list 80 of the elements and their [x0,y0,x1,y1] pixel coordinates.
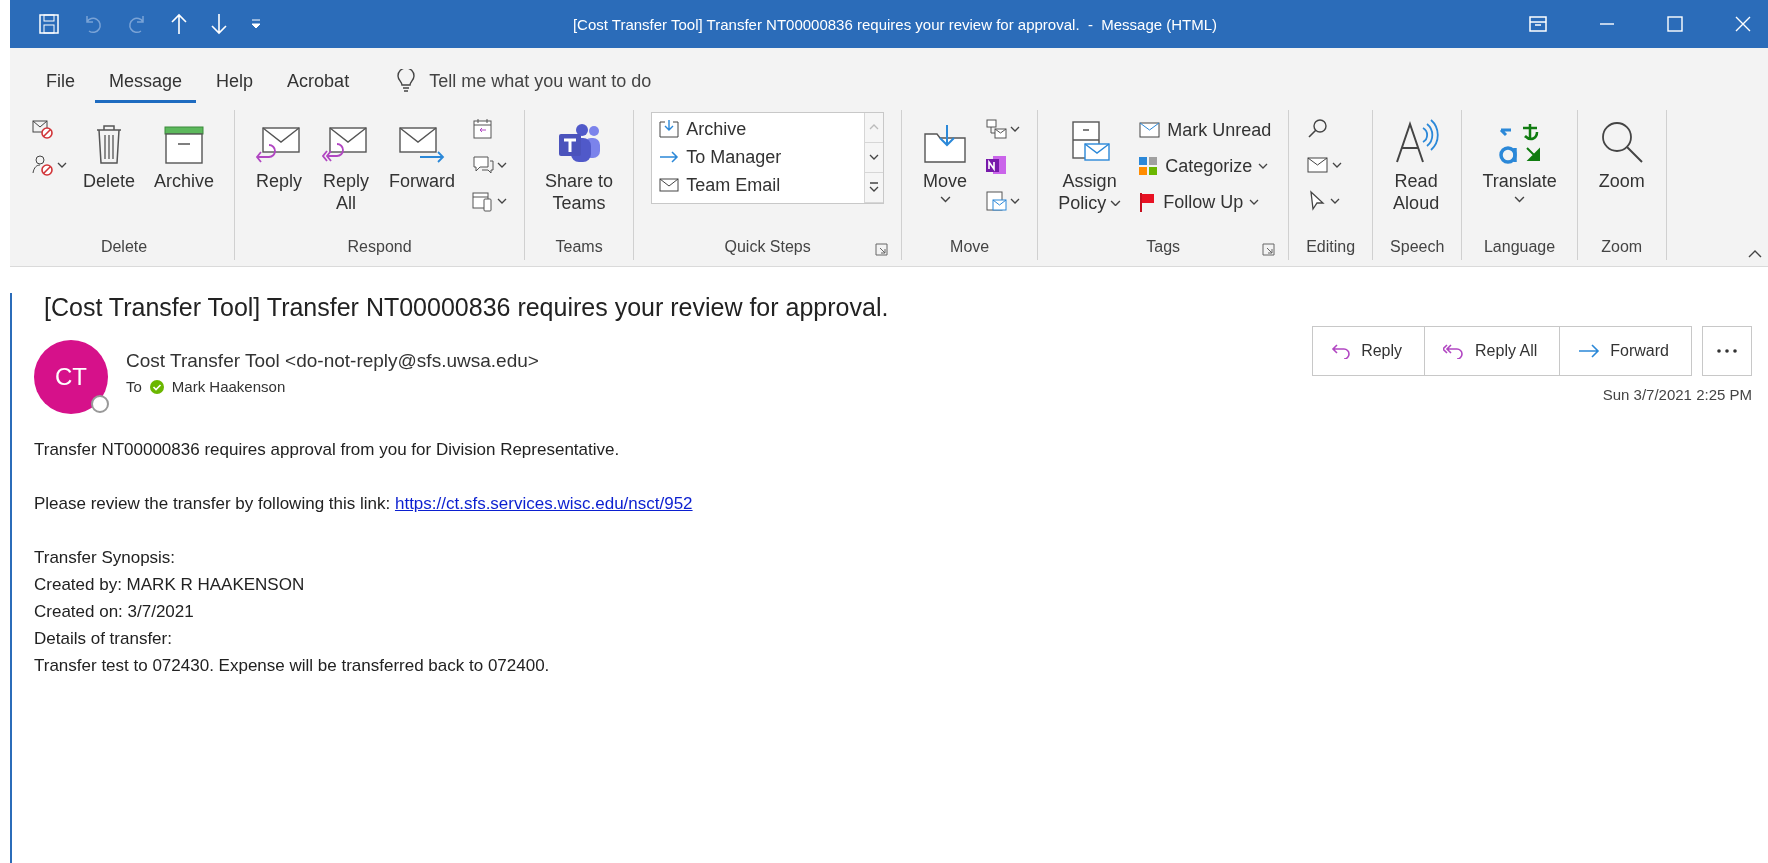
presence-icon [90,394,110,414]
group-label: Tags [1146,238,1181,256]
ribbon-tab[interactable]: Help [202,62,268,103]
quick-step-item[interactable]: Team Email [658,171,859,199]
review-link[interactable]: https://ct.sfs.services.wisc.edu/nsct/952 [394,494,693,513]
available-status-icon [149,379,164,394]
ribbon-button[interactable]: Reply [252,110,307,198]
ribbon-button[interactable]: Reply All [319,110,374,220]
ribbon-button[interactable]: Move [919,110,972,209]
quick-step-item[interactable]: To Manager [658,143,859,171]
ribbon-icon-button[interactable] [984,116,1021,142]
reply-all-arrow-icon [1443,343,1466,359]
ribbon-button[interactable]: Share to Teams [542,110,617,220]
group-label: Language [1483,238,1556,256]
group-label: Teams [555,238,603,256]
dialog-launcher-icon[interactable] [875,243,889,256]
ribbon-button[interactable]: Zoom [1594,110,1649,198]
ribbon-button[interactable]: Categorize [1137,152,1272,180]
ribbon-button[interactable]: Forward [386,110,459,198]
body-text: Created on: 3/7/2021 [34,601,195,623]
tell-me-field[interactable]: Tell me what you want to do [429,70,652,92]
envelope-icon [1306,154,1331,176]
ribbon-button[interactable]: Read Aloud [1390,110,1443,220]
collapse-ribbon-icon[interactable] [1748,249,1762,258]
ribbon-icon-button[interactable] [31,152,67,178]
quick-step-item[interactable]: Archive [658,115,859,143]
group-label: Move [950,238,990,256]
close-icon[interactable] [1734,15,1752,33]
more-icon [1717,349,1737,353]
ribbon-tab[interactable]: File [32,62,89,103]
maximize-icon[interactable] [1666,15,1684,33]
archive-tray-icon [658,118,681,140]
archive-box-icon [162,124,207,166]
down-arrow-icon[interactable] [210,13,228,35]
ribbon-button[interactable]: Assign Policy [1055,110,1125,220]
body-text: Transfer test to 072430. Expense will be transferred back to 072400. [34,655,551,677]
body-text: Created by: MARK R HAAKENSON [34,574,306,596]
folder-arrow-icon [922,122,969,166]
body-text: Transfer Synopsis: [34,547,177,569]
sender-name: Cost Transfer Tool <do-not-reply@sfs.uwsa.edu> [126,350,539,372]
body-text: Transfer NT00000836 requires approval from you for Division Representative. [34,439,621,461]
scroll-down-icon[interactable] [865,143,884,173]
color-grid-icon [1137,155,1160,177]
dialog-launcher-icon[interactable] [1262,243,1276,256]
ribbon-button[interactable]: Translate [1479,110,1560,209]
save-icon[interactable] [38,13,60,35]
group-label: Editing [1306,238,1356,256]
onenote-icon [984,153,1009,177]
window-title: [Cost Transfer Tool] Transfer NT00000836 requires your review for approval. - Message (HTML) [571,15,1219,33]
ribbon-tab[interactable]: Message [95,62,197,103]
group-label: Respond [347,238,412,256]
group-label: Zoom [1601,238,1643,256]
customize-icon[interactable] [250,18,262,30]
actions-icon [984,189,1009,213]
group-label: Delete [100,238,148,256]
up-arrow-icon[interactable] [170,13,188,35]
ignore-icon [31,117,55,141]
recipient-name[interactable]: Mark Haakenson [171,378,286,395]
message-subject: [Cost Transfer Tool] Transfer NT00000836 requires your review for approval. [44,293,890,322]
sender-avatar: CT [34,340,108,414]
rules-icon [984,117,1009,141]
ribbon-button[interactable]: Mark Unread [1137,116,1272,144]
ribbon-button[interactable]: Archive [151,110,218,198]
expand-gallery-icon[interactable] [865,173,884,203]
translate-icon [1496,122,1543,166]
message-date: Sun 3/7/2021 2:25 PM [1602,386,1752,403]
body-text: Please review the transfer by following this link: https://ct.sfs.services.wisc.edu/nsct/952 [34,493,694,515]
group-label: Speech [1390,238,1445,256]
ribbon-options-icon[interactable] [1528,15,1548,33]
lightbulb-icon [397,69,416,93]
reply-arrow-icon [1331,343,1352,359]
ribbon-button[interactable]: Delete [80,110,139,198]
group-label: Quick Steps [724,238,811,256]
envelope-icon [1137,119,1162,141]
ribbon-button[interactable]: Follow Up [1137,188,1272,216]
blocked-person-icon [31,153,55,177]
ribbon-tab[interactable]: Acrobat [273,62,364,103]
forward-arrow-icon [1578,343,1601,359]
to-label: To [126,378,142,395]
body-text: Details of transfer: [34,628,173,650]
